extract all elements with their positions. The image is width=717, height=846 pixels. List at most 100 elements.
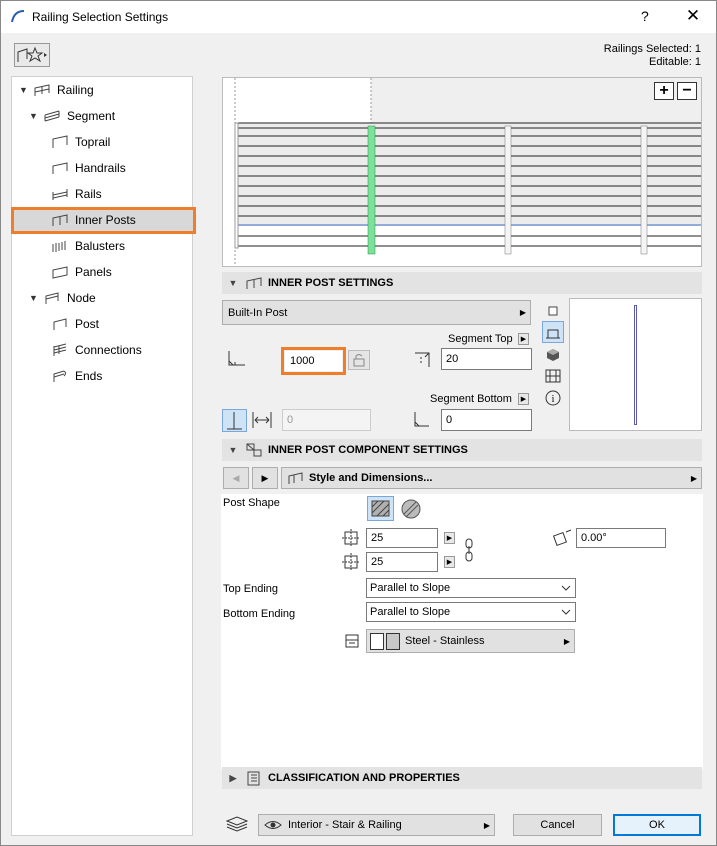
segment-bottom-field[interactable]: 0 [441, 409, 532, 431]
inner-posts-icon [52, 214, 68, 226]
distance-icon [228, 351, 245, 366]
segment-top-icon [415, 352, 430, 367]
page-selector[interactable]: Style and Dimensions... ▶ [281, 467, 702, 489]
tree-item-panels[interactable]: Panels [51, 261, 112, 283]
tree-item-node[interactable]: ▼ Node [29, 287, 96, 309]
railing-elevation-drawing [234, 78, 701, 266]
width-field[interactable]: 25 [366, 528, 438, 548]
post-type-dropdown[interactable]: Built-In Post ▶ [222, 300, 531, 325]
tree-item-railing[interactable]: ▼ Railing [19, 79, 94, 101]
top-ending-label: Top Ending [223, 583, 279, 595]
tree-item-label: Balusters [75, 239, 126, 253]
chevron-right-icon[interactable]: ▶ [222, 773, 244, 784]
segment-top-menu-button[interactable]: ▶ [518, 333, 529, 345]
inner-posts-icon [246, 277, 262, 289]
elevation-view-button[interactable] [542, 321, 564, 343]
tree-item-toprail[interactable]: Toprail [51, 131, 110, 153]
bottom-ending-label: Bottom Ending [223, 608, 296, 620]
section-title: CLASSIFICATION AND PROPERTIES [268, 772, 460, 784]
section-title: INNER POST SETTINGS [268, 277, 394, 289]
segment-bottom-menu-button[interactable]: ▶ [518, 393, 529, 405]
section-title: INNER POST COMPONENT SETTINGS [268, 444, 468, 456]
post-preview [569, 298, 702, 431]
tree-item-label: Railing [57, 83, 94, 97]
zoom-in-button[interactable]: + [654, 82, 674, 100]
tree-item-label: Node [67, 291, 96, 305]
component-settings-header[interactable]: ▼ INNER POST COMPONENT SETTINGS [222, 439, 702, 461]
divide-distance-icon[interactable] [250, 410, 274, 430]
chevron-down-icon[interactable]: ▼ [222, 445, 244, 455]
tree-item-ends[interactable]: Ends [51, 365, 102, 387]
page-selector-value: Style and Dimensions... [309, 472, 433, 484]
favorites-button[interactable] [14, 43, 50, 67]
tree-item-label: Inner Posts [75, 213, 136, 227]
depth-menu-button[interactable]: ▶ [444, 556, 455, 568]
lock-icon [353, 354, 365, 367]
segment-bottom-icon [414, 412, 429, 427]
post-shape-label: Post Shape [223, 497, 280, 509]
connections-icon [53, 343, 67, 356]
classification-header[interactable]: ▶ CLASSIFICATION AND PROPERTIES [222, 767, 702, 789]
segment-top-field[interactable]: 20 [441, 348, 532, 370]
chevron-right-icon: ▶ [690, 473, 697, 483]
tree-item-post[interactable]: Post [51, 313, 99, 335]
panels-icon [52, 266, 68, 279]
2d-view-icon[interactable] [546, 304, 560, 318]
tree-item-label: Panels [75, 265, 112, 279]
distance-field[interactable]: 1000 [285, 351, 342, 371]
3d-view-icon[interactable] [545, 347, 561, 363]
layer-value: Interior - Stair & Railing [288, 819, 402, 831]
chevron-down-icon[interactable]: ▼ [29, 111, 43, 121]
ok-button[interactable]: OK [613, 814, 701, 836]
chevron-down-icon[interactable]: ▼ [29, 293, 43, 303]
cancel-button[interactable]: Cancel [513, 814, 602, 836]
dialog-window: Railing Selection Settings ? ✕ Railings … [0, 0, 717, 846]
depth-field[interactable]: 25 [366, 552, 438, 572]
section-view-icon[interactable] [544, 368, 562, 384]
rectangular-shape-button[interactable] [367, 496, 394, 521]
classification-icon [247, 771, 260, 786]
layers-icon [225, 816, 249, 832]
circular-shape-icon[interactable] [399, 498, 423, 520]
next-page-button[interactable]: ▶ [252, 467, 278, 489]
help-button[interactable]: ? [641, 8, 649, 24]
material-swatch-dark [386, 632, 400, 650]
segment-top-label: Segment Top [448, 333, 513, 345]
bottom-ending-select[interactable]: Parallel to Slope [366, 602, 576, 622]
chevron-down-icon[interactable]: ▼ [19, 85, 33, 95]
close-button[interactable]: ✕ [681, 6, 705, 26]
chevron-down-icon[interactable]: ▼ [222, 278, 244, 288]
tree-item-segment[interactable]: ▼ Segment [29, 105, 115, 127]
lock-button[interactable] [348, 350, 370, 370]
layer-selector[interactable]: Interior - Stair & Railing ▶ [258, 814, 495, 836]
selection-info: Railings Selected: 1 Editable: 1 [604, 43, 701, 69]
top-ending-select[interactable]: Parallel to Slope [366, 578, 576, 598]
tree-item-inner-posts[interactable]: Inner Posts [51, 209, 136, 231]
tree-item-label: Post [75, 317, 100, 331]
material-swatch-light [370, 632, 384, 650]
zoom-out-button[interactable]: − [677, 82, 697, 100]
tree-item-rails[interactable]: Rails [51, 183, 102, 205]
chevron-right-icon: ▶ [483, 820, 490, 830]
info-icon[interactable]: i [544, 389, 562, 407]
component-icon [246, 443, 262, 457]
angle-field[interactable]: 0.00° [576, 528, 666, 548]
inner-post-settings-header[interactable]: ▼ INNER POST SETTINGS [222, 272, 702, 294]
tree-item-handrails[interactable]: Handrails [51, 157, 126, 179]
width-menu-button[interactable]: ▶ [444, 532, 455, 544]
fixed-distance-button[interactable] [222, 409, 247, 432]
tree-item-balusters[interactable]: Balusters [51, 235, 125, 257]
divide-count-field[interactable]: 0 [282, 409, 371, 431]
rotation-angle-icon [552, 529, 572, 547]
width-icon [342, 529, 360, 547]
material-icon [345, 634, 359, 648]
link-chain-icon[interactable] [463, 537, 475, 563]
segment-bottom-label: Segment Bottom [430, 393, 512, 405]
material-selector[interactable]: Steel - Stainless ▶ [366, 629, 575, 653]
svg-text:i: i [552, 394, 555, 405]
tree-item-label: Handrails [75, 161, 126, 175]
tree-item-connections[interactable]: Connections [51, 339, 142, 361]
prev-page-button[interactable]: ◀ [223, 467, 249, 489]
railing-preview[interactable]: + − [222, 77, 702, 267]
depth-icon [342, 553, 360, 571]
